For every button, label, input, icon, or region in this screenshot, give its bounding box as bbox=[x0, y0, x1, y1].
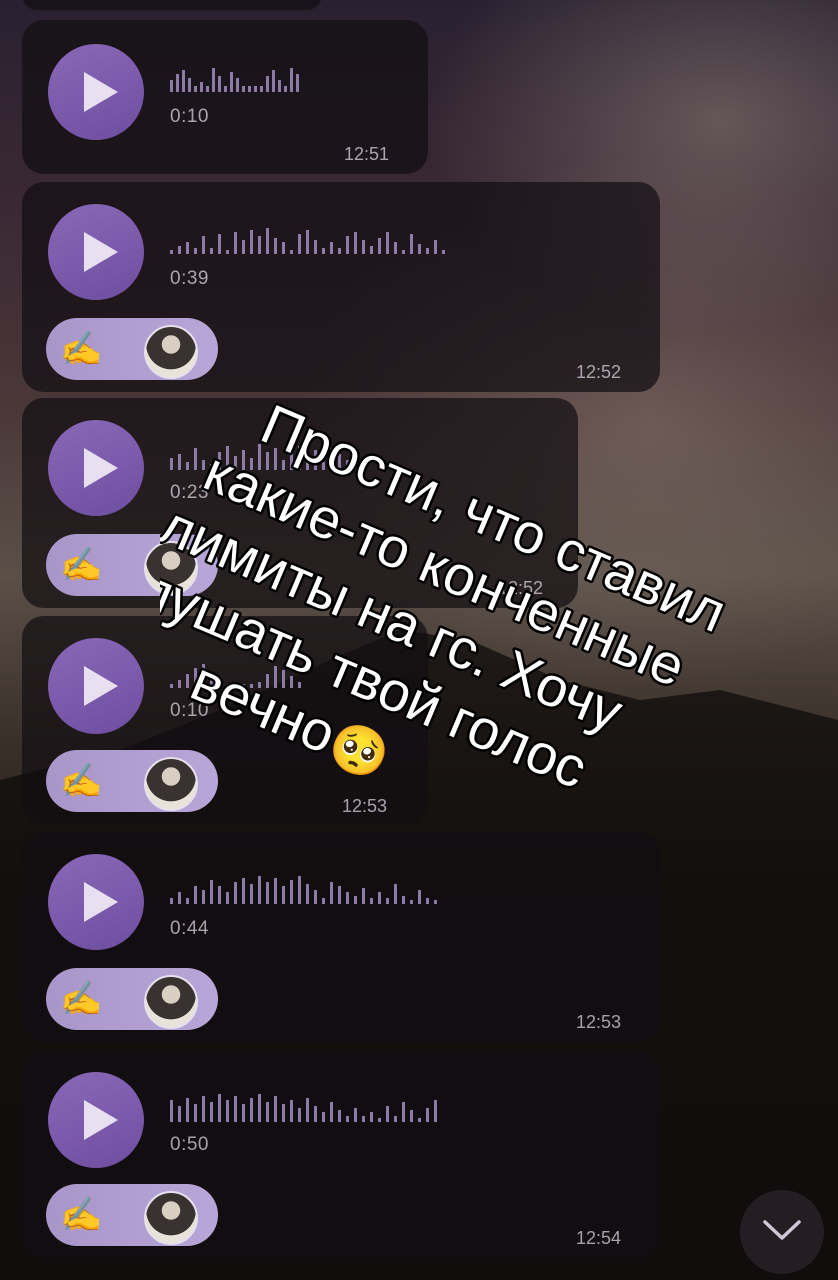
play-button[interactable] bbox=[48, 420, 144, 516]
play-icon bbox=[84, 666, 118, 706]
reactions-row[interactable]: ✍️ bbox=[46, 1184, 218, 1246]
play-icon bbox=[84, 232, 118, 272]
voice-message[interactable]: 0:39 ✍️ 12:52 bbox=[22, 182, 660, 392]
play-icon bbox=[84, 882, 118, 922]
waveform bbox=[170, 876, 437, 904]
reactions-row[interactable]: ✍️ bbox=[46, 968, 218, 1030]
play-button[interactable] bbox=[48, 44, 144, 140]
chevron-down-icon bbox=[763, 1220, 801, 1240]
writing-hand-emoji: ✍️ bbox=[60, 329, 103, 369]
duration: 0:10 bbox=[170, 106, 209, 127]
timestamp: 12:51 bbox=[344, 144, 390, 164]
waveform bbox=[170, 68, 299, 92]
play-button[interactable] bbox=[48, 204, 144, 300]
timestamp: 12:53 bbox=[576, 1012, 622, 1032]
play-icon bbox=[84, 72, 118, 112]
previous-message-bubble bbox=[22, 0, 322, 10]
play-button[interactable] bbox=[48, 854, 144, 950]
writing-hand-emoji: ✍️ bbox=[60, 979, 103, 1019]
duration: 0:50 bbox=[170, 1134, 209, 1155]
duration: 0:44 bbox=[170, 918, 209, 939]
play-button[interactable] bbox=[48, 638, 144, 734]
duration: 0:39 bbox=[170, 268, 209, 289]
avatar bbox=[144, 1191, 198, 1245]
scroll-down-button[interactable] bbox=[740, 1190, 824, 1274]
overlay-caption: Прости, что ставил какие-то конченные ли… bbox=[160, 389, 738, 802]
voice-message[interactable]: 0:50 ✍️ 12:54 bbox=[22, 1050, 660, 1258]
writing-hand-emoji: ✍️ bbox=[60, 545, 103, 585]
play-button[interactable] bbox=[48, 1072, 144, 1168]
waveform bbox=[170, 228, 445, 254]
play-icon bbox=[84, 448, 118, 488]
waveform bbox=[170, 1094, 437, 1122]
voice-message[interactable]: 0:44 ✍️ 12:53 bbox=[22, 832, 660, 1042]
writing-hand-emoji: ✍️ bbox=[60, 761, 103, 801]
timestamp: 12:54 bbox=[576, 1228, 622, 1248]
writing-hand-emoji: ✍️ bbox=[60, 1195, 103, 1235]
avatar bbox=[144, 975, 198, 1029]
voice-message[interactable]: 0:10 12:51 bbox=[22, 20, 428, 174]
play-icon bbox=[84, 1100, 118, 1140]
